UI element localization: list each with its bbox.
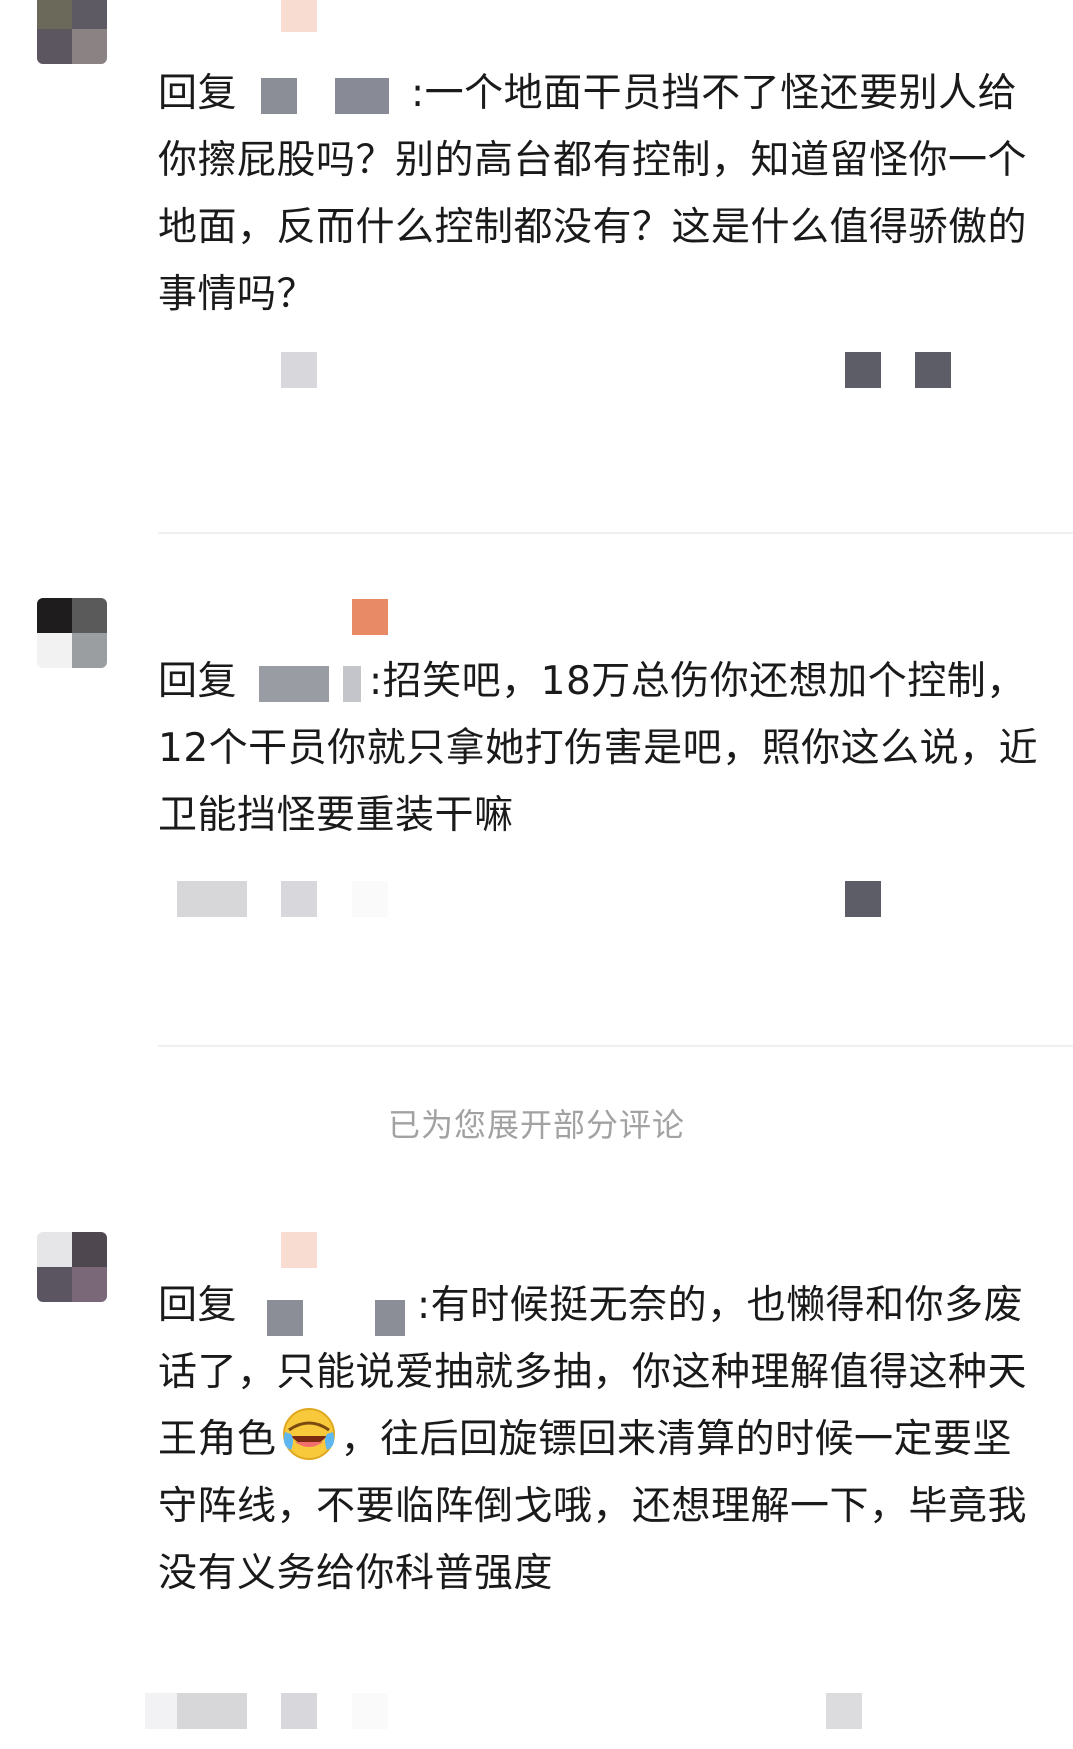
reply-separator: : — [411, 71, 425, 116]
reply-prefix: 回复 — [158, 71, 238, 116]
reply-target-mosaic[interactable] — [239, 1290, 415, 1336]
avatar[interactable] — [37, 598, 107, 668]
reply-target-mosaic[interactable] — [239, 665, 367, 702]
action-mosaic[interactable] — [352, 881, 388, 917]
laughing-crying-emoji-icon — [282, 1408, 335, 1460]
comment-thread: 回复:一个地面干员挡不了怪还要别人给你擦屁股吗？别的高台都有控制，知道留怪你一个… — [0, 0, 1073, 1749]
divider — [158, 1045, 1073, 1047]
action-mosaic[interactable] — [145, 1693, 181, 1729]
comment-text: 回复:有时候挺无奈的，也懒得和你多废话了，只能说爱抽就多抽，你这种理解值得这种天… — [158, 1272, 1040, 1607]
action-mosaic[interactable] — [281, 881, 317, 917]
action-mosaic[interactable] — [177, 881, 247, 917]
username-mosaic — [281, 1232, 317, 1268]
comment-text: 回复:招笑吧，18万总伤你还想加个控制，12个干员你就只拿她打伤害是吧，照你这么… — [158, 648, 1040, 849]
username-mosaic — [281, 0, 317, 32]
username-mosaic — [352, 599, 388, 635]
action-mosaic[interactable] — [826, 1693, 862, 1729]
action-mosaic[interactable] — [281, 352, 317, 388]
comment-text: 回复:一个地面干员挡不了怪还要别人给你擦屁股吗？别的高台都有控制，知道留怪你一个… — [158, 60, 1040, 328]
reply-prefix: 回复 — [158, 659, 238, 704]
action-mosaic[interactable] — [177, 1693, 247, 1729]
action-mosaic[interactable] — [915, 352, 951, 388]
reply-prefix: 回复 — [158, 1283, 238, 1328]
action-mosaic[interactable] — [352, 1693, 388, 1729]
divider — [158, 532, 1073, 534]
reply-separator: : — [417, 1283, 431, 1328]
action-mosaic[interactable] — [845, 881, 881, 917]
avatar[interactable] — [37, 0, 107, 64]
expanded-comments-note: 已为您展开部分评论 — [387, 1106, 685, 1144]
reply-target-mosaic[interactable] — [239, 77, 409, 114]
reply-separator: : — [369, 659, 383, 704]
action-mosaic[interactable] — [281, 1693, 317, 1729]
avatar[interactable] — [37, 1232, 107, 1302]
action-mosaic[interactable] — [845, 352, 881, 388]
